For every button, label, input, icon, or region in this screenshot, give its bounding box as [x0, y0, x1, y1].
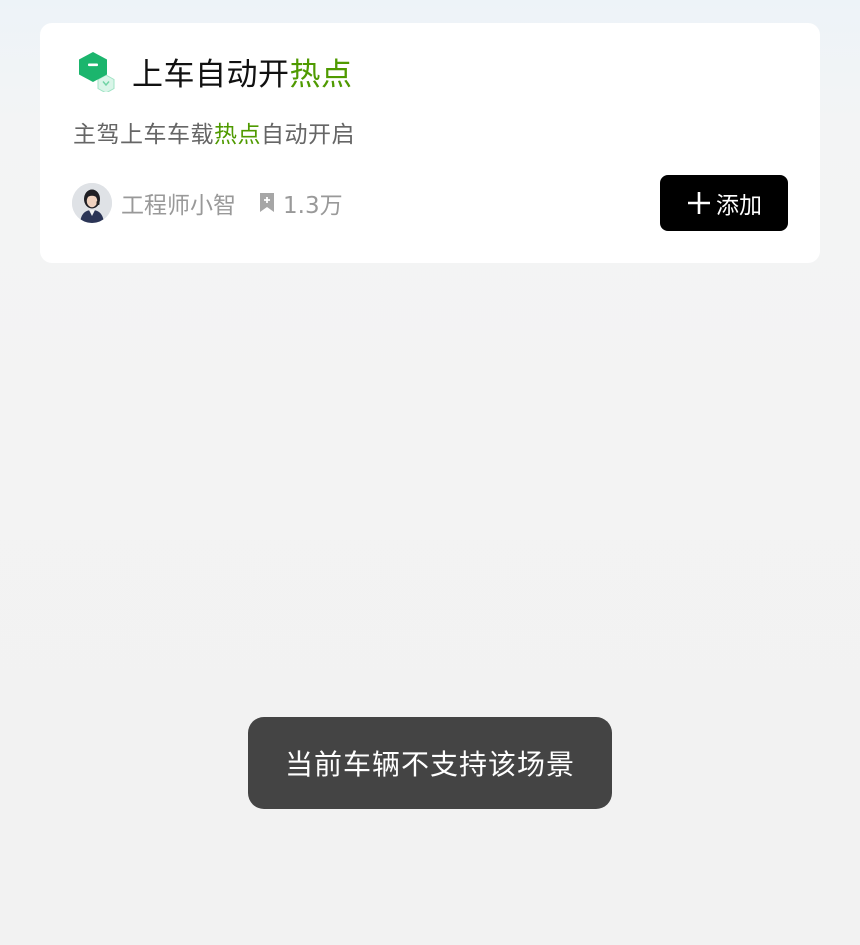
author-name[interactable]: 工程师小智 — [121, 186, 236, 220]
scene-card[interactable]: 上车自动开热点 主驾上车车载热点自动开启 工程师小智 1.3万 添加 — [40, 23, 820, 263]
scene-title-highlight: 热点 — [289, 56, 353, 93]
add-scene-button[interactable]: 添加 — [660, 175, 788, 231]
bookmark-count: 1.3万 — [283, 193, 343, 219]
scene-title-main: 上车自动开 — [132, 56, 290, 93]
description-before: 主驾上车车载 — [73, 122, 214, 148]
toast-text: 当前车辆不支持该场景 — [284, 748, 575, 781]
description-highlight: 热点 — [214, 122, 261, 148]
bookmark-icon — [258, 192, 276, 214]
author-avatar[interactable] — [72, 183, 112, 223]
scene-meta-row: 工程师小智 1.3万 — [72, 183, 343, 223]
scene-title: 上车自动开热点 — [132, 49, 353, 94]
scene-title-row: 上车自动开热点 — [76, 49, 353, 94]
description-after: 自动开启 — [261, 122, 355, 148]
toast-message: 当前车辆不支持该场景 — [248, 717, 612, 809]
scene-description: 主驾上车车载热点自动开启 — [73, 115, 355, 149]
scene-hexagon-icon — [76, 50, 118, 94]
plus-icon — [686, 190, 712, 216]
add-button-label: 添加 — [716, 193, 762, 219]
